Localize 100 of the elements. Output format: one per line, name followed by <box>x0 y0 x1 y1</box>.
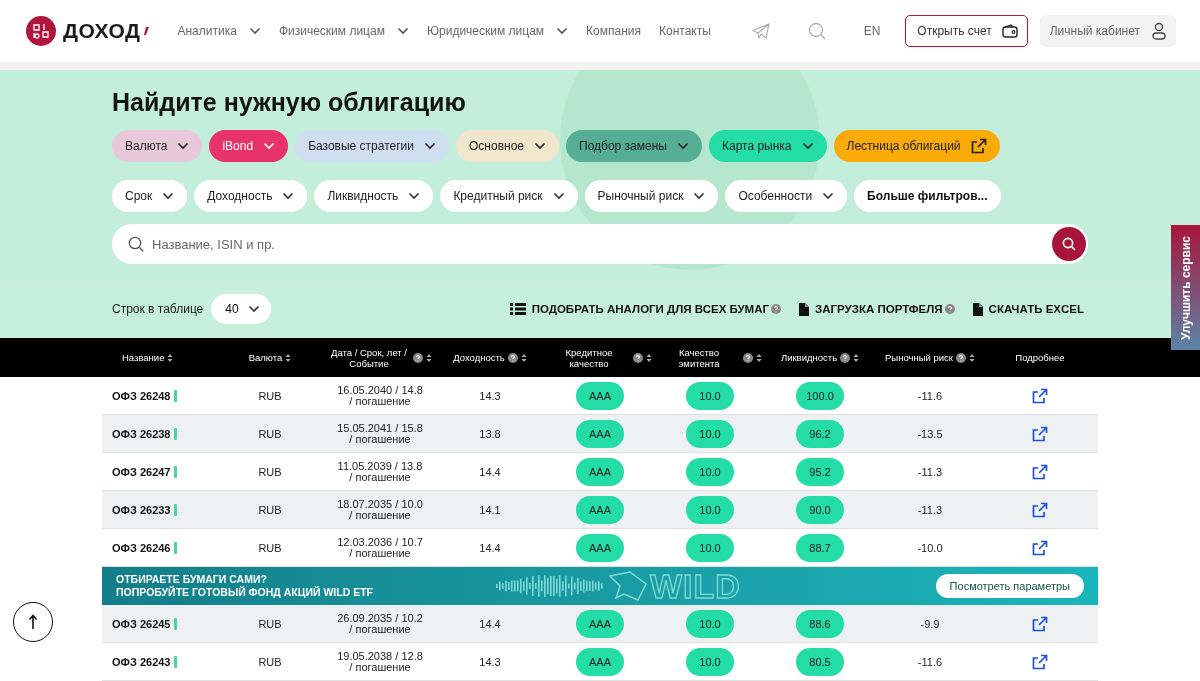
bond-name[interactable]: ОФЗ 26238 <box>112 427 171 440</box>
nav-link[interactable]: Аналитика <box>177 24 261 38</box>
search-bar[interactable]: Название, ISIN и пр. <box>112 224 1088 264</box>
category-chip[interactable]: Карта рынка <box>708 130 827 162</box>
external-link-icon <box>970 138 987 154</box>
table-cell: RUB <box>258 655 282 668</box>
table-cell: 14.4 <box>479 465 501 478</box>
details-link[interactable] <box>1032 425 1048 442</box>
table-cell: 19.05.2038 / 12.8 / погашение <box>337 650 423 673</box>
filter-dropdown[interactable]: Доходность <box>194 180 308 212</box>
indicator-bar <box>174 655 178 668</box>
table-cell: RUB <box>258 503 282 516</box>
paper-plane-icon <box>751 23 770 39</box>
table-row[interactable]: ОФЗ 26233 RUB 18.07.2035 / 10.0 / погашение 14.1 AAA 10.0 90.0 -11.3 <box>102 491 1098 529</box>
category-chip[interactable]: iBond <box>209 130 289 162</box>
bond-name[interactable]: ОФЗ 26248 <box>112 389 171 402</box>
search-field[interactable]: Название, ISIN и пр. <box>150 235 1052 253</box>
filter-dropdown[interactable]: Рыночный риск <box>584 180 719 212</box>
external-link-icon <box>1032 653 1048 670</box>
bond-name[interactable]: ОФЗ 26243 <box>112 655 171 668</box>
chevron-down-icon <box>162 192 175 200</box>
bond-name[interactable]: ОФЗ 26246 <box>112 541 171 554</box>
score-badge: 95.2 <box>796 457 844 486</box>
chevron-down-icon <box>552 192 565 200</box>
document-icon <box>799 302 810 316</box>
logo-icon <box>26 16 56 46</box>
bond-name[interactable]: ОФЗ 26245 <box>112 617 171 630</box>
filter-dropdown[interactable]: Срок <box>112 180 188 212</box>
details-link[interactable] <box>1032 501 1048 518</box>
help-icon <box>944 304 955 314</box>
view-parameters-button[interactable]: Посмотреть параметры <box>935 574 1084 598</box>
search-button[interactable] <box>1052 227 1086 261</box>
nav-link[interactable]: Юридическим лицам <box>426 24 569 38</box>
rating-badge: AAA <box>576 457 624 486</box>
details-link[interactable] <box>1032 539 1048 556</box>
bond-name[interactable]: ОФЗ 26233 <box>112 503 171 516</box>
table-cell: 15.05.2041 / 15.8 / погашение <box>337 422 423 445</box>
sort-arrows-icon <box>285 352 292 363</box>
open-account-button[interactable]: Открыть счет <box>905 15 1028 47</box>
details-link[interactable] <box>1032 615 1048 632</box>
column-header[interactable]: Ликвидность <box>780 352 860 363</box>
column-header: Подробнее <box>1015 352 1065 363</box>
more-filters-button[interactable]: Больше фильтров... <box>854 180 1001 212</box>
table-cell: 14.4 <box>479 541 501 554</box>
column-header[interactable]: Кредитное качество <box>548 346 652 369</box>
banner-logo-text: WILD <box>650 568 741 604</box>
feedback-tab[interactable]: Улучшить сервис <box>1171 225 1200 350</box>
score-badge: 10.0 <box>686 609 734 638</box>
details-link[interactable] <box>1032 463 1048 480</box>
action-link[interactable]: ЗАГРУЗКА ПОРТФЕЛЯ <box>799 302 955 316</box>
page-title: Найдите нужную облигацию <box>112 87 467 118</box>
score-badge: 10.0 <box>686 419 734 448</box>
table-cell: -9.9 <box>920 617 940 630</box>
column-header[interactable]: Дата / Срок, лет / Событие <box>328 346 432 369</box>
personal-account-button[interactable]: Личный кабинет <box>1039 15 1176 47</box>
score-badge: 10.0 <box>686 647 734 676</box>
column-header[interactable]: Название <box>122 352 174 363</box>
nav-link[interactable]: Компания <box>586 24 641 38</box>
filter-dropdown[interactable]: Особенности <box>725 180 848 212</box>
filter-dropdown[interactable]: Кредитный риск <box>440 180 578 212</box>
action-link[interactable]: ПОДОБРАТЬ АНАЛОГИ ДЛЯ ВСЕХ БУМАГ <box>509 302 782 316</box>
language-link[interactable]: EN <box>863 24 881 38</box>
column-header[interactable]: Качество эмитента <box>658 346 762 369</box>
category-chip[interactable]: Валюта <box>112 130 203 162</box>
sort-arrows-icon <box>968 352 975 363</box>
category-chip[interactable]: Подбор замены <box>566 130 702 162</box>
rows-per-page-select[interactable]: 40 <box>211 294 271 324</box>
nav-link[interactable]: Физическим лицам <box>278 24 409 38</box>
user-icon <box>1152 22 1166 40</box>
table-cell: -11.6 <box>917 655 943 668</box>
score-badge: 90.0 <box>796 495 844 524</box>
table-cell: 14.3 <box>479 655 501 668</box>
search-icon <box>1062 237 1076 251</box>
table-cell: 14.4 <box>479 617 501 630</box>
nav-link[interactable]: Контакты <box>659 24 711 38</box>
table-row[interactable]: ОФЗ 26238 RUB 15.05.2041 / 15.8 / погашение 13.8 AAA 10.0 96.2 -13.5 <box>102 415 1098 453</box>
column-header[interactable]: Доходность <box>453 352 527 363</box>
category-chip[interactable]: Базовые стратегии <box>295 130 450 162</box>
category-chip[interactable]: Основное <box>456 130 559 162</box>
column-header[interactable]: Рыночный риск <box>885 352 975 363</box>
external-link-icon <box>1032 501 1048 518</box>
bond-name[interactable]: ОФЗ 26247 <box>112 465 171 478</box>
table-cell: -11.3 <box>917 465 943 478</box>
score-badge: 10.0 <box>686 381 734 410</box>
table-row[interactable]: ОФЗ 26245 RUB 26.09.2035 / 10.2 / погашение 14.4 AAA 10.0 88.6 -9.9 <box>102 605 1098 643</box>
column-header[interactable]: Валюта <box>248 352 292 363</box>
action-link[interactable]: СКАЧАТЬ EXCEL <box>972 302 1084 316</box>
chevron-down-icon <box>693 192 706 200</box>
details-link[interactable] <box>1032 653 1048 670</box>
score-badge: 10.0 <box>686 495 734 524</box>
details-link[interactable] <box>1032 387 1048 404</box>
scroll-top-button[interactable] <box>13 602 53 642</box>
logo-text: ДОХОД <box>63 19 141 43</box>
filter-dropdown[interactable]: Ликвидность <box>314 180 434 212</box>
indicator-bar <box>174 389 178 402</box>
external-link-icon <box>1032 463 1048 480</box>
rating-badge: AAA <box>576 533 624 562</box>
category-chip[interactable]: Лестница облигаций <box>833 130 1000 162</box>
sort-arrows-icon <box>756 352 762 363</box>
table-cell: 14.3 <box>479 389 501 402</box>
